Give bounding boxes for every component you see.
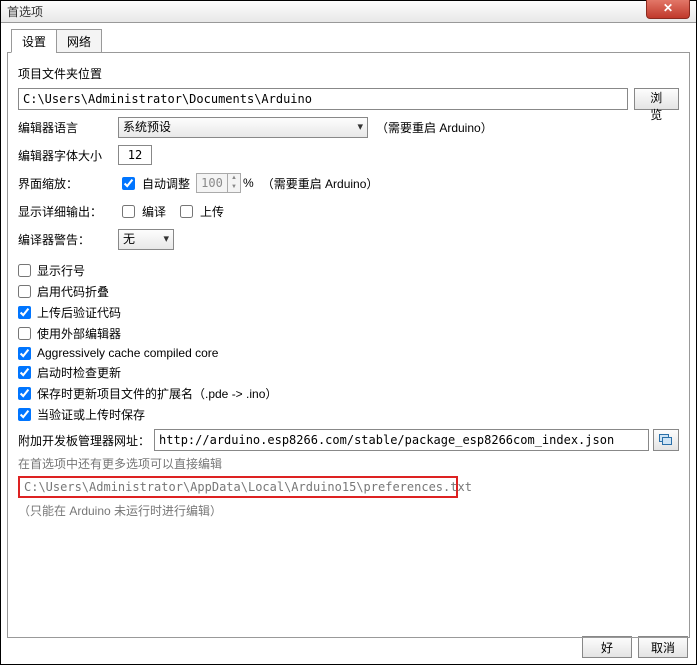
settings-panel: 项目文件夹位置 浏览 编辑器语言 系统预设 （需要重启 Arduino） 编辑器… [7,52,690,638]
check-cache-core[interactable] [18,347,31,360]
more-prefs-note: 在首选项中还有更多选项可以直接编辑 [18,455,679,472]
titlebar: 首选项 ✕ [1,1,696,23]
boards-url-label: 附加开发板管理器网址： [18,432,150,449]
close-button[interactable]: ✕ [646,0,690,19]
scale-restart-note: （需要重启 Arduino） [262,175,379,192]
dialog-footer: 好 取消 [576,636,688,658]
spinner-buttons: ▲▼ [227,174,240,192]
window-title: 首选项 [7,3,43,20]
check-code-folding[interactable] [18,285,31,298]
scale-auto-label: 自动调整 [142,175,190,192]
tabs: 设置 网络 [11,29,696,53]
check-verify-upload[interactable] [18,306,31,319]
ok-button[interactable]: 好 [582,636,632,658]
editor-language-select[interactable]: 系统预设 [118,117,368,138]
sketchbook-label: 项目文件夹位置 [18,65,679,82]
check-update-ext[interactable] [18,387,31,400]
scale-value-input [197,174,227,192]
check-external-editor[interactable] [18,327,31,340]
language-restart-note: （需要重启 Arduino） [376,119,493,136]
prefs-path: C:\Users\Administrator\AppData\Local\Ard… [18,476,458,498]
verbose-label: 显示详细输出： [18,203,118,220]
tab-network[interactable]: 网络 [56,29,102,53]
scale-percent: % [243,176,254,190]
check-line-numbers[interactable] [18,264,31,277]
window-stack-icon [659,434,673,446]
verbose-compile-label: 编译 [142,203,166,220]
preferences-window: 首选项 ✕ 设置 网络 项目文件夹位置 浏览 编辑器语言 系统预设 （需要重启 … [0,0,697,665]
sketchbook-path-input[interactable] [18,88,628,110]
scale-auto-checkbox[interactable] [122,177,135,190]
scale-spinner[interactable]: ▲▼ [196,173,241,193]
scale-label: 界面缩放： [18,175,118,192]
boards-url-expand-button[interactable] [653,429,679,451]
check-save-on-verify[interactable] [18,408,31,421]
boards-url-input[interactable] [154,429,649,451]
font-size-label: 编辑器字体大小 [18,147,118,164]
warnings-label: 编译器警告： [18,231,118,248]
verbose-compile-checkbox[interactable] [122,205,135,218]
warnings-select[interactable]: 无 [118,229,174,250]
font-size-input[interactable] [118,145,152,165]
cancel-button[interactable]: 取消 [638,636,688,658]
close-icon: ✕ [663,1,673,15]
browse-button[interactable]: 浏览 [634,88,679,110]
verbose-upload-checkbox[interactable] [180,205,193,218]
tab-settings[interactable]: 设置 [11,29,57,53]
verbose-upload-label: 上传 [200,203,224,220]
check-updates[interactable] [18,366,31,379]
edit-when-note: （只能在 Arduino 未运行时进行编辑） [18,502,679,519]
editor-language-label: 编辑器语言 [18,119,118,136]
